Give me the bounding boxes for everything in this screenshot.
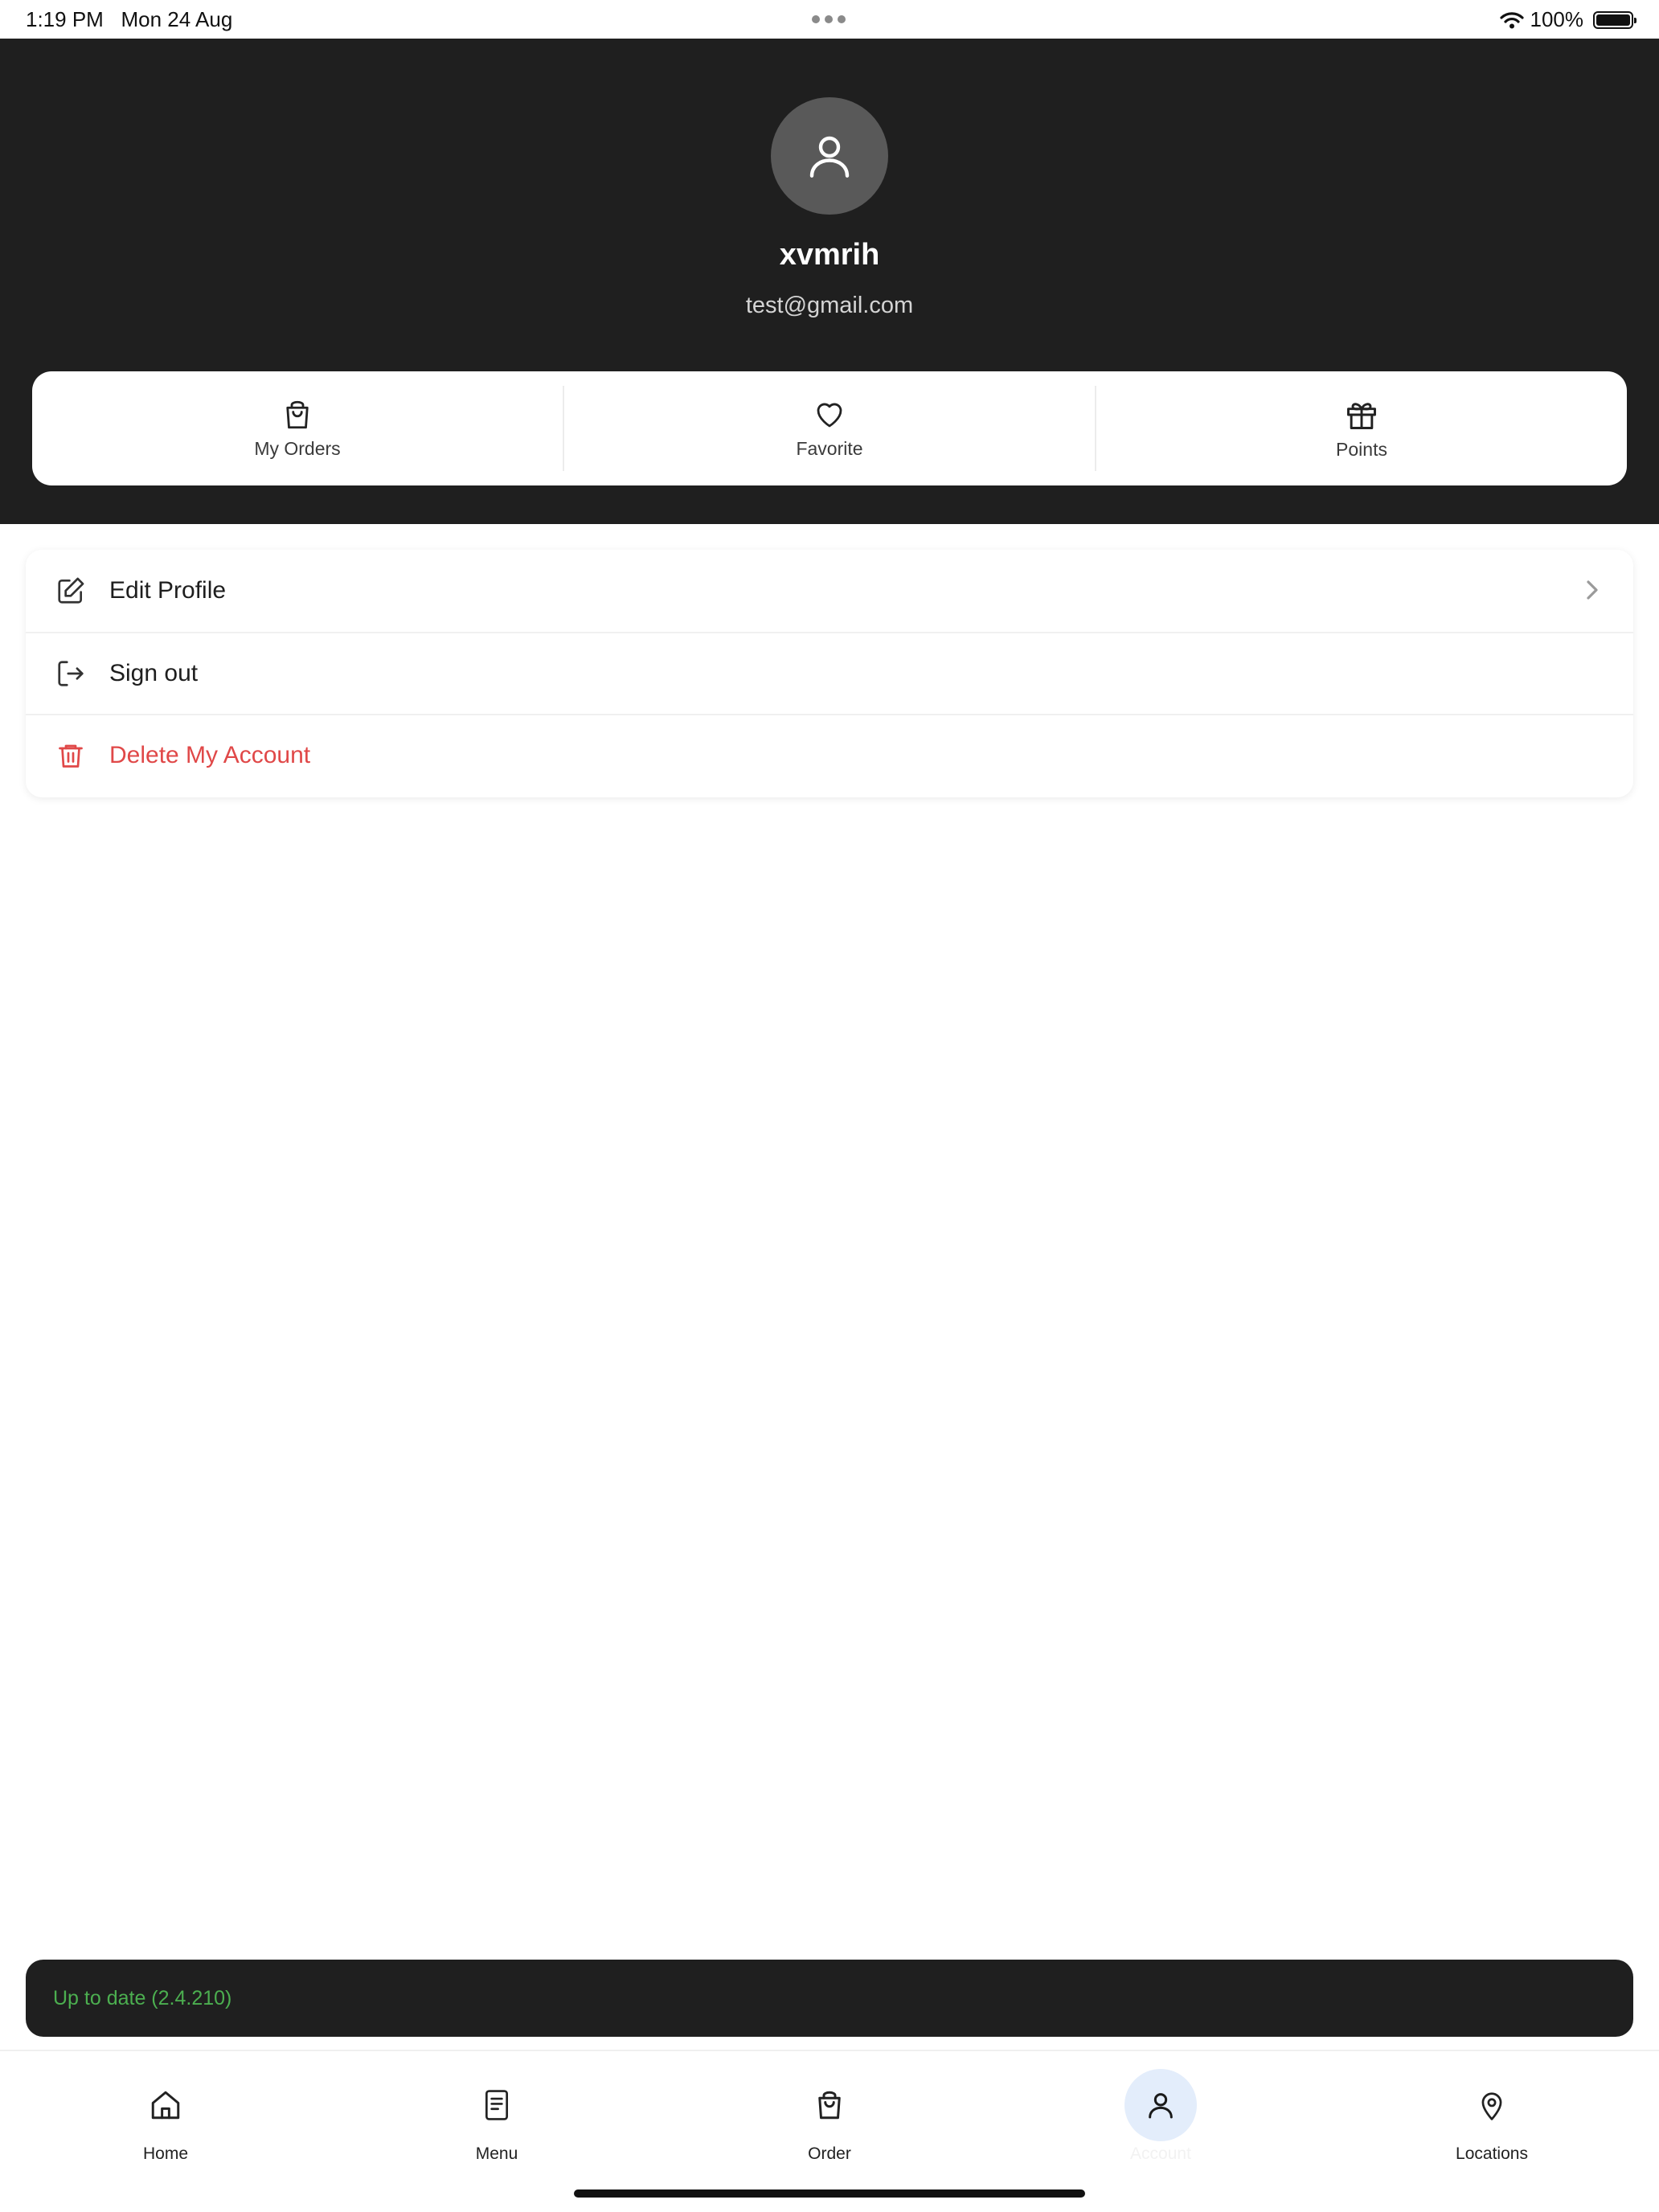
tab-label: Order <box>808 2144 851 2163</box>
quick-action-label: Points <box>1336 438 1387 460</box>
update-status-bar: Up to date (2.4.210) <box>26 1960 1633 2037</box>
tab-home[interactable]: Home <box>69 2051 262 2172</box>
edit-icon <box>55 575 87 607</box>
tab-account[interactable]: Account <box>1064 2051 1257 2172</box>
shopping-bag-icon <box>793 2069 866 2141</box>
quick-action-label: My Orders <box>254 437 341 459</box>
battery-icon <box>1593 10 1636 29</box>
tab-locations[interactable]: Locations <box>1395 2051 1588 2172</box>
status-date: Mon 24 Aug <box>121 7 233 31</box>
map-pin-icon <box>1456 2069 1528 2141</box>
tab-label: Menu <box>475 2144 518 2163</box>
user-icon <box>1124 2069 1197 2141</box>
quick-actions-card: My Orders Favorite Points <box>32 371 1627 485</box>
menu-item-label: Delete My Account <box>109 742 311 768</box>
wifi-icon <box>1499 11 1524 28</box>
update-status-text: Up to date (2.4.210) <box>53 1986 232 2009</box>
tab-label: Locations <box>1456 2144 1528 2163</box>
quick-action-label: Favorite <box>796 437 863 459</box>
multitasking-dots-icon[interactable] <box>812 15 846 23</box>
trash-icon <box>55 739 87 772</box>
status-time: 1:19 PM <box>26 7 104 31</box>
menu-item-label: Sign out <box>109 660 199 686</box>
home-icon <box>129 2069 202 2141</box>
chevron-right-icon <box>1587 580 1598 600</box>
status-right: 100% <box>1499 7 1636 32</box>
sign-out-icon <box>55 657 87 690</box>
status-bar: 1:19 PM Mon 24 Aug 100% <box>0 0 1659 39</box>
quick-action-my-orders[interactable]: My Orders <box>32 371 563 485</box>
menu-item-delete-account[interactable]: Delete My Account <box>26 714 1633 796</box>
bottom-tab-bar: Home Menu Order Account Locations <box>0 2050 1659 2212</box>
battery-fill <box>1596 14 1630 26</box>
menu-item-label: Edit Profile <box>109 577 227 604</box>
quick-action-points[interactable]: Points <box>1095 386 1627 471</box>
menu-item-edit-profile[interactable]: Edit Profile <box>26 550 1633 632</box>
profile-header: xvmrih test@gmail.com My Orders Favorite <box>0 39 1659 524</box>
menu-item-sign-out[interactable]: Sign out <box>26 632 1633 714</box>
tab-label: Account <box>1130 2144 1191 2163</box>
user-icon <box>809 136 850 178</box>
heart-icon <box>817 403 842 427</box>
profile-username: xvmrih <box>779 238 880 272</box>
tab-menu[interactable]: Menu <box>400 2051 593 2172</box>
menu-document-icon <box>461 2069 533 2141</box>
avatar <box>771 97 888 215</box>
profile-email: test@gmail.com <box>745 293 914 318</box>
gift-icon <box>1347 402 1376 429</box>
quick-action-favorite[interactable]: Favorite <box>563 386 1095 471</box>
tab-order[interactable]: Order <box>733 2051 926 2172</box>
battery-percent: 100% <box>1530 7 1584 31</box>
home-indicator[interactable] <box>574 2189 1085 2198</box>
account-menu: Edit Profile Sign out Delete My Account <box>26 550 1633 797</box>
shopping-bag-icon <box>286 400 309 428</box>
status-time-date: 1:19 PM Mon 24 Aug <box>26 7 232 32</box>
tab-label: Home <box>142 2144 189 2163</box>
